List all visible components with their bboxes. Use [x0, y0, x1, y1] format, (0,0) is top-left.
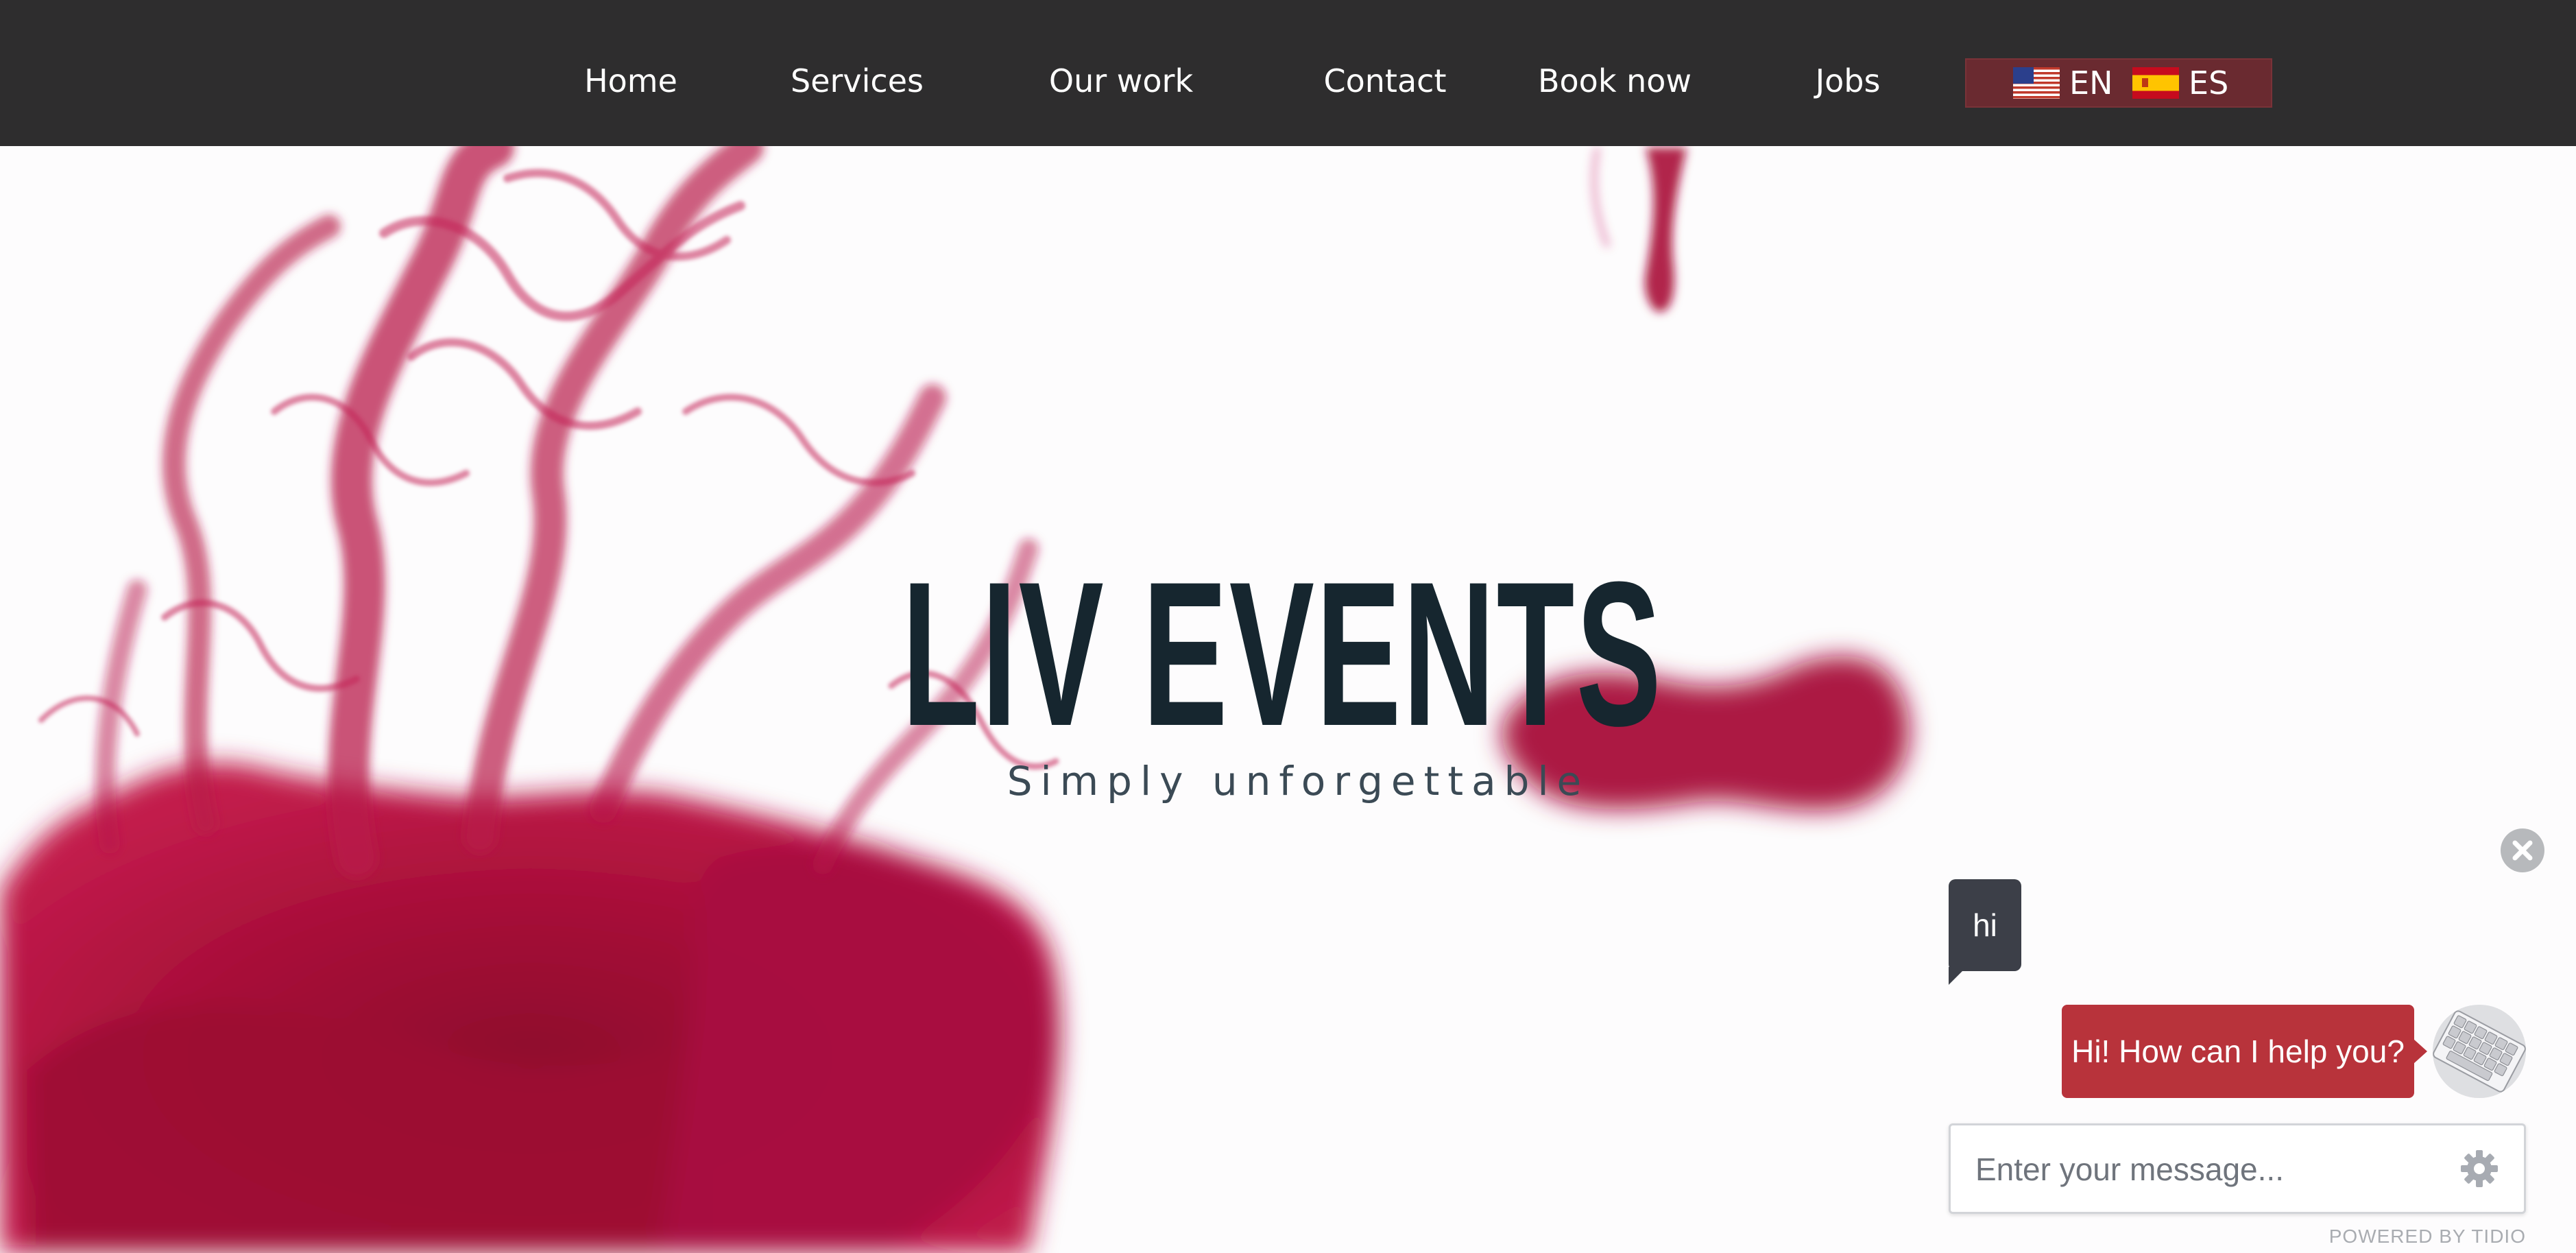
agent-avatar — [2433, 1005, 2526, 1098]
user-bubble-tail — [1949, 967, 1966, 985]
keyboard-avatar-icon — [2433, 1005, 2526, 1098]
agent-message-bubble: Hi! How can I help you? — [2062, 1005, 2414, 1098]
us-flag-icon — [2013, 67, 2060, 99]
nav-item-services[interactable]: Services — [782, 0, 932, 146]
nav-item-home[interactable]: Home — [579, 0, 682, 146]
gear-icon — [2461, 1150, 2498, 1187]
top-navigation-bar: Home Services Our work Contact Book now … — [0, 0, 2576, 146]
powered-by-tidio-label: POWERED BY TIDIO — [2328, 1226, 2526, 1247]
nav-item-book-now[interactable]: Book now — [1536, 0, 1694, 146]
chat-message-input[interactable] — [1974, 1125, 2443, 1213]
user-message-bubble: hi — [1949, 879, 2021, 971]
brand-tagline: Simply unforgettable — [1007, 758, 1590, 804]
nav-item-jobs[interactable]: Jobs — [1803, 0, 1892, 146]
nav-item-contact[interactable]: Contact — [1320, 0, 1450, 146]
spain-flag-icon — [2132, 67, 2179, 99]
agent-bubble-tail — [2414, 1039, 2427, 1064]
chat-input-box — [1949, 1123, 2526, 1214]
close-icon — [2512, 840, 2533, 861]
language-code-es: ES — [2189, 64, 2229, 102]
brand-title: LIV EVENTS — [902, 538, 1663, 769]
language-switcher: EN ES — [1965, 58, 2272, 108]
chat-settings-button[interactable] — [2458, 1147, 2501, 1190]
language-option-en[interactable]: EN — [2013, 60, 2112, 106]
nav-item-our-work[interactable]: Our work — [1039, 0, 1203, 146]
language-option-es[interactable]: ES — [2132, 60, 2228, 106]
language-code-en: EN — [2069, 64, 2113, 102]
chat-close-button[interactable] — [2501, 828, 2544, 872]
